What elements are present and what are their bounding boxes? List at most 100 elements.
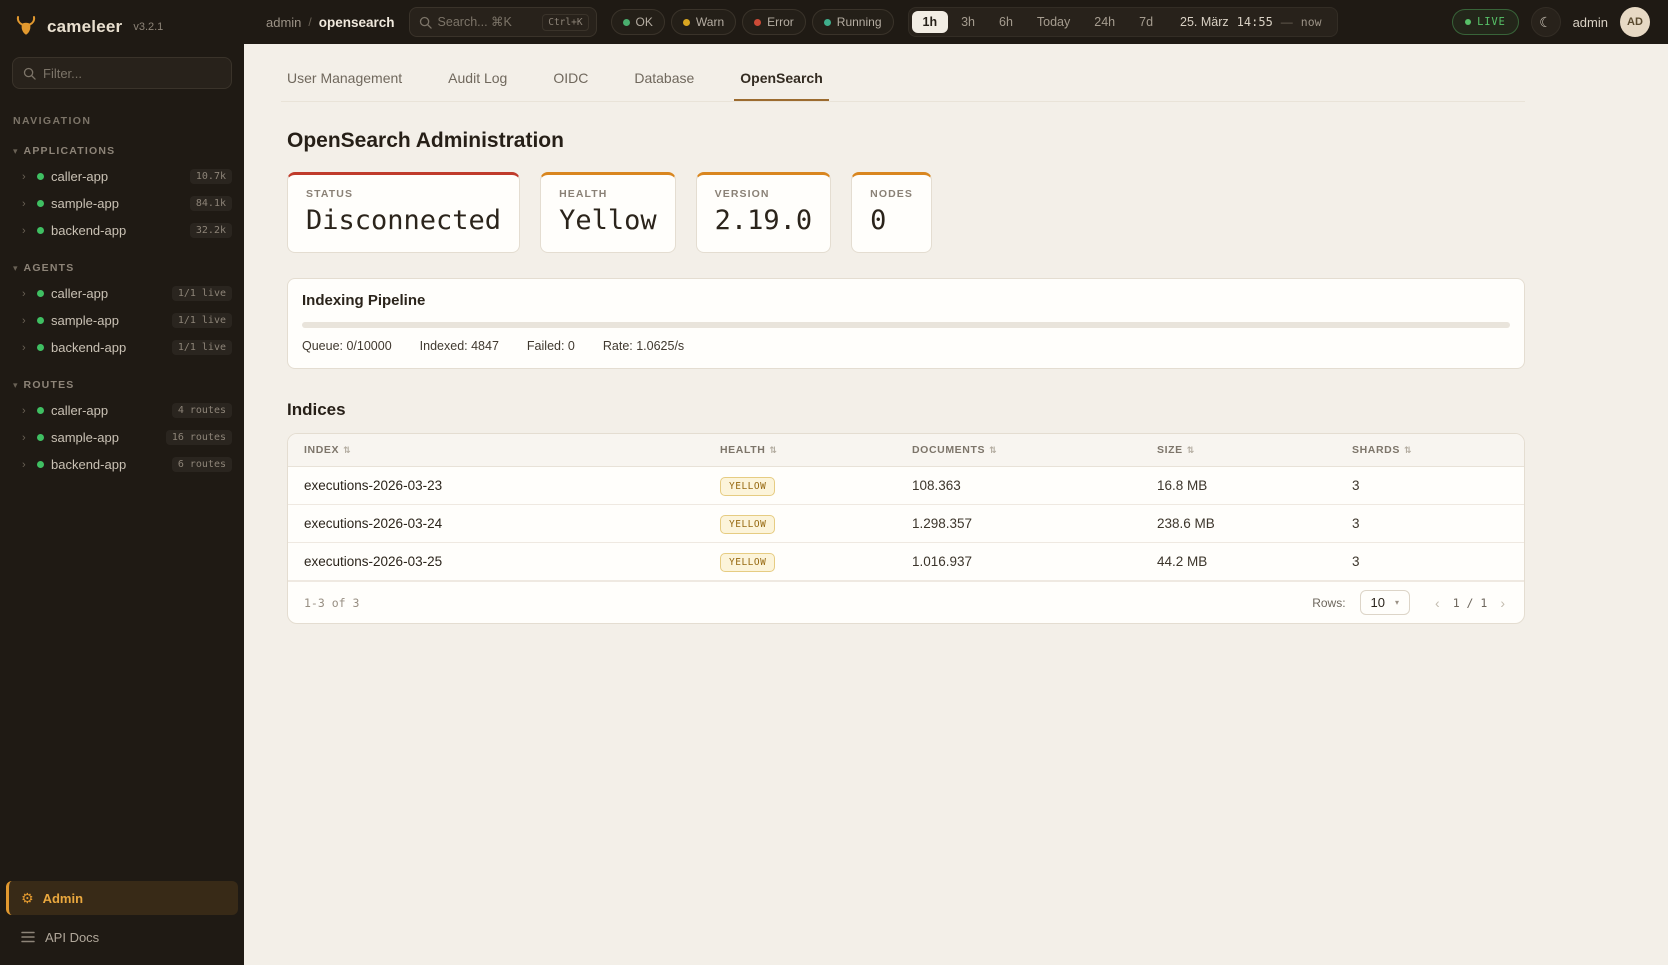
sidebar: cameleer v3.2.1 NAVIGATION ▾ APPLICATION… xyxy=(0,0,244,965)
section-label: ROUTES xyxy=(24,379,75,391)
sidebar-item-agent-sample[interactable]: › sample-app 1/1 live xyxy=(0,307,244,334)
sort-icon: ⇅ xyxy=(343,445,351,456)
filter-input[interactable] xyxy=(43,66,221,81)
time-range-24h[interactable]: 24h xyxy=(1083,11,1126,33)
error-dot xyxy=(754,19,761,26)
sidebar-item-agent-caller[interactable]: › caller-app 1/1 live xyxy=(0,280,244,307)
tab-oidc[interactable]: OIDC xyxy=(547,62,594,101)
pill-label: Error xyxy=(767,15,794,29)
section-label: APPLICATIONS xyxy=(24,145,116,157)
sidebar-item-app-sample[interactable]: › sample-app 84.1k xyxy=(0,190,244,217)
chevron-right-icon: › xyxy=(22,342,30,354)
filter-pill-running[interactable]: Running xyxy=(812,9,894,35)
pipeline-stat-queue: Queue: 0/10000 xyxy=(302,339,392,353)
column-header-health[interactable]: HEALTH ⇅ xyxy=(720,444,912,456)
stat-card-health: HEALTH Yellow xyxy=(540,172,676,253)
stat-card-nodes: NODES 0 xyxy=(851,172,932,253)
item-badge: 10.7k xyxy=(190,169,232,184)
sidebar-filter[interactable] xyxy=(12,57,232,89)
moon-icon: ☾ xyxy=(1539,14,1552,31)
column-header-documents[interactable]: DOCUMENTS ⇅ xyxy=(912,444,1157,456)
sidebar-item-route-sample[interactable]: › sample-app 16 routes xyxy=(0,424,244,451)
pill-label: OK xyxy=(636,15,653,29)
health-cell: YELLOW xyxy=(720,476,912,496)
sidebar-item-app-backend[interactable]: › backend-app 32.2k xyxy=(0,217,244,244)
avatar[interactable]: AD xyxy=(1620,7,1650,37)
pagination-controls: Rows: 10 ▾ ‹ 1 / 1 › xyxy=(1312,590,1508,615)
documents-cell: 1.298.357 xyxy=(912,516,1157,531)
stat-card-status: STATUS Disconnected xyxy=(287,172,520,253)
column-label: SIZE xyxy=(1157,444,1183,456)
time-range-today[interactable]: Today xyxy=(1026,11,1081,33)
health-badge: YELLOW xyxy=(720,553,775,572)
time-range-3h[interactable]: 3h xyxy=(950,11,986,33)
stat-card-version: VERSION 2.19.0 xyxy=(696,172,832,253)
breadcrumb-admin[interactable]: admin xyxy=(266,15,301,30)
shards-cell: 3 xyxy=(1352,516,1508,531)
section-routes[interactable]: ▾ ROUTES xyxy=(0,361,244,397)
status-dot xyxy=(37,173,44,180)
live-toggle[interactable]: LIVE xyxy=(1452,9,1519,35)
column-header-shards[interactable]: SHARDS ⇅ xyxy=(1352,444,1508,456)
rows-per-page-select[interactable]: 10 ▾ xyxy=(1360,590,1410,615)
section-applications[interactable]: ▾ APPLICATIONS xyxy=(0,127,244,163)
tab-database[interactable]: Database xyxy=(628,62,700,101)
sidebar-item-admin[interactable]: ⚙ Admin xyxy=(6,881,238,915)
chevron-right-icon: › xyxy=(22,315,30,327)
status-dot xyxy=(37,344,44,351)
indexing-pipeline-card: Indexing Pipeline Queue: 0/10000 Indexed… xyxy=(287,278,1525,369)
shards-cell: 3 xyxy=(1352,554,1508,569)
indices-table: INDEX ⇅ HEALTH ⇅ DOCUMENTS ⇅ SIZE ⇅ xyxy=(287,433,1525,624)
time-range-6h[interactable]: 6h xyxy=(988,11,1024,33)
sidebar-item-agent-backend[interactable]: › backend-app 1/1 live xyxy=(0,334,244,361)
pipeline-stats: Queue: 0/10000 Indexed: 4847 Failed: 0 R… xyxy=(302,339,1510,353)
sidebar-item-api-docs[interactable]: API Docs xyxy=(6,921,238,953)
caret-down-icon: ▾ xyxy=(1395,598,1399,607)
status-filter-group: OK Warn Error Running xyxy=(611,9,894,35)
breadcrumb-separator: / xyxy=(308,15,311,29)
item-label: caller-app xyxy=(51,286,165,301)
time-range-1h[interactable]: 1h xyxy=(912,11,949,33)
filter-pill-ok[interactable]: OK xyxy=(611,9,665,35)
chevron-right-icon: › xyxy=(22,405,30,417)
navigation-label: NAVIGATION xyxy=(0,89,244,127)
sidebar-item-route-caller[interactable]: › caller-app 4 routes xyxy=(0,397,244,424)
global-search[interactable]: Ctrl+K xyxy=(409,7,597,37)
item-label: backend-app xyxy=(51,340,165,355)
app-logo[interactable]: cameleer v3.2.1 xyxy=(0,0,244,51)
sidebar-item-route-backend[interactable]: › backend-app 6 routes xyxy=(0,451,244,478)
column-header-size[interactable]: SIZE ⇅ xyxy=(1157,444,1352,456)
stat-label: STATUS xyxy=(306,188,501,200)
date-label: 25. März xyxy=(1180,15,1229,29)
chevron-right-icon: › xyxy=(22,171,30,183)
status-dot xyxy=(37,317,44,324)
filter-pill-error[interactable]: Error xyxy=(742,9,806,35)
section-label: AGENTS xyxy=(24,262,75,274)
search-input[interactable] xyxy=(438,15,537,29)
filter-pill-warn[interactable]: Warn xyxy=(671,9,736,35)
prev-page-button[interactable]: ‹ xyxy=(1432,595,1443,611)
app-version: v3.2.1 xyxy=(133,21,163,33)
tab-opensearch[interactable]: OpenSearch xyxy=(734,62,828,101)
tab-audit-log[interactable]: Audit Log xyxy=(442,62,513,101)
column-header-index[interactable]: INDEX ⇅ xyxy=(304,444,720,456)
search-icon xyxy=(419,16,432,29)
status-dot xyxy=(37,434,44,441)
item-badge: 16 routes xyxy=(166,430,232,445)
sidebar-item-app-caller[interactable]: › caller-app 10.7k xyxy=(0,163,244,190)
date-range-display[interactable]: 25. März 14:55 — now xyxy=(1166,15,1334,29)
next-page-button[interactable]: › xyxy=(1497,595,1508,611)
stat-value: Yellow xyxy=(559,205,657,236)
theme-toggle[interactable]: ☾ xyxy=(1531,7,1561,37)
tab-user-management[interactable]: User Management xyxy=(281,62,408,101)
item-label: caller-app xyxy=(51,169,183,184)
item-badge: 1/1 live xyxy=(172,286,232,301)
index-name-cell: executions-2026-03-23 xyxy=(304,478,720,493)
column-label: SHARDS xyxy=(1352,444,1400,456)
time-range-7d[interactable]: 7d xyxy=(1128,11,1164,33)
section-agents[interactable]: ▾ AGENTS xyxy=(0,244,244,280)
health-cell: YELLOW xyxy=(720,514,912,534)
caret-down-icon: ▾ xyxy=(13,146,18,157)
item-label: sample-app xyxy=(51,196,183,211)
pipeline-stat-failed: Failed: 0 xyxy=(527,339,575,353)
